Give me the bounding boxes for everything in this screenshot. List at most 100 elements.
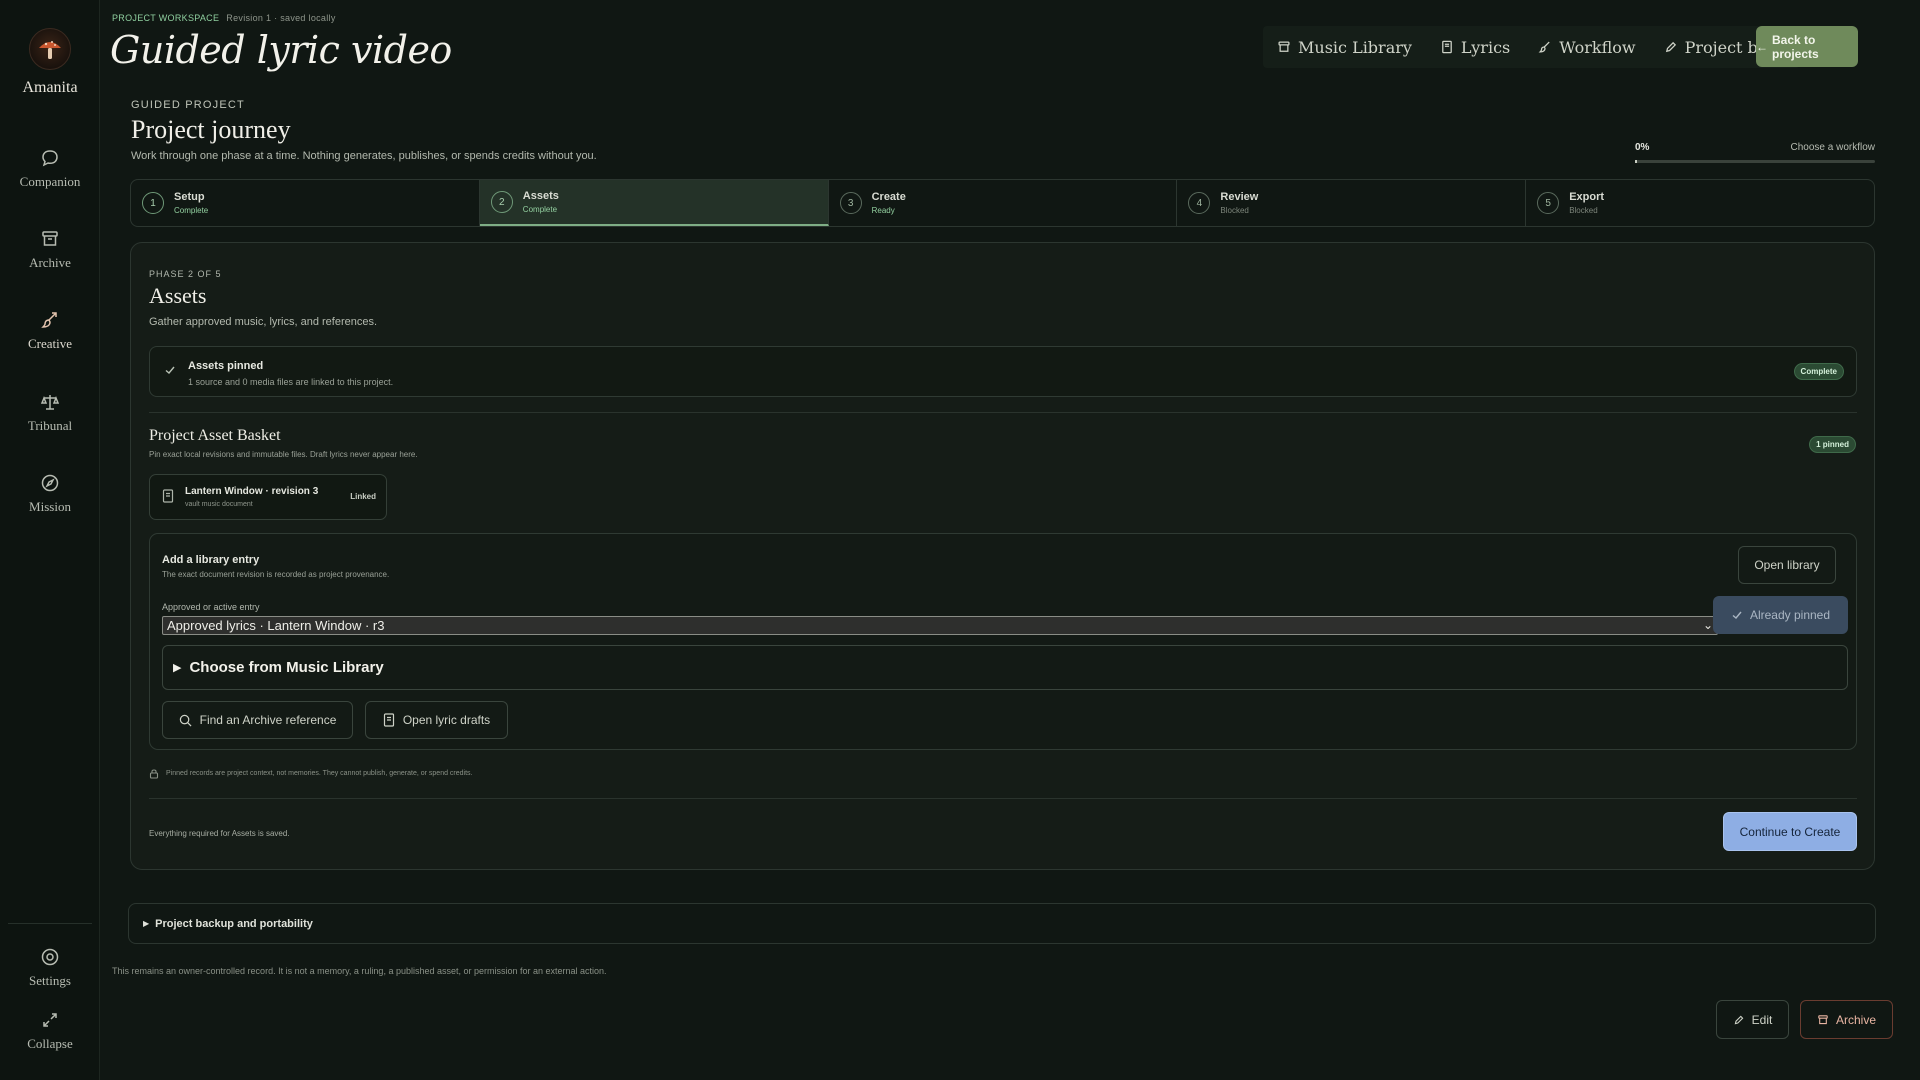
saved-status: Everything required for Assets is saved.	[149, 829, 290, 838]
open-lyric-drafts-button[interactable]: Open lyric drafts	[365, 701, 508, 739]
project-backup-disclosure[interactable]: ▶ Project backup and portability	[128, 903, 1876, 944]
basket-item-title: Lantern Window · revision 3	[185, 486, 319, 497]
sidebar-item-creative[interactable]: Creative	[0, 310, 100, 352]
step-status: Complete	[174, 206, 209, 215]
workspace-label: PROJECT WORKSPACE	[112, 13, 220, 23]
pinned-records-note: Pinned records are project context, not …	[149, 768, 472, 779]
library-subtitle: The exact document revision is recorded …	[162, 570, 390, 579]
sidebar: Amanita Companion Archive Creative Tribu…	[0, 0, 100, 1080]
basket-item[interactable]: Lantern Window · revision 3 vault music …	[149, 474, 387, 520]
sidebar-item-label: Settings	[29, 973, 71, 988]
step-number: 4	[1188, 192, 1211, 214]
brush-icon	[1538, 41, 1550, 53]
pinned-count-badge: 1 pinned	[1809, 436, 1856, 453]
gear-icon	[41, 948, 59, 966]
open-library-button[interactable]: Open library	[1738, 546, 1836, 584]
basket-item-subtitle: vault music document	[185, 501, 253, 508]
step-name: Export	[1569, 191, 1605, 203]
arrow-left-icon: ←	[1756, 39, 1768, 54]
sidebar-item-settings[interactable]: Settings	[0, 947, 100, 989]
already-pinned-label: Already pinned	[1749, 608, 1831, 622]
step-number: 2	[490, 191, 513, 213]
footer-note: This remains an owner-controlled record.…	[112, 966, 607, 976]
sidebar-item-label: Mission	[29, 499, 71, 514]
step-name: Setup	[174, 191, 205, 203]
step-name: Create	[871, 191, 906, 203]
open-library-label: Open library	[1754, 558, 1820, 572]
progress-percent: 0%	[1635, 142, 1650, 153]
nav-workflow[interactable]: Workflow	[1524, 26, 1649, 68]
back-to-projects-button[interactable]: ← Back to projects	[1756, 26, 1858, 67]
phase-subtitle: Gather approved music, lyrics, and refer…	[149, 316, 378, 328]
triangle-right-icon: ▶	[143, 919, 150, 928]
entry-select[interactable]: Approved lyrics · Lantern Window · r3 ⌄	[162, 616, 1718, 635]
check-icon	[1732, 611, 1742, 619]
scales-icon	[40, 395, 60, 410]
status-badge: Complete	[1793, 363, 1844, 380]
step-review[interactable]: 4 Review Blocked	[1177, 180, 1527, 226]
music-library-disclosure[interactable]: ▶ Choose from Music Library	[162, 645, 1848, 690]
sidebar-item-mission[interactable]: Mission	[0, 473, 100, 515]
divider	[149, 798, 1857, 799]
entry-field-label: Approved or active entry	[162, 602, 260, 612]
sidebar-item-companion[interactable]: Companion	[0, 148, 100, 190]
open-drafts-label: Open lyric drafts	[402, 713, 491, 727]
assets-pinned-status: Assets pinned 1 source and 0 media files…	[149, 346, 1857, 397]
step-create[interactable]: 3 Create Ready	[829, 180, 1178, 226]
step-setup[interactable]: 1 Setup Complete	[131, 180, 480, 226]
phase-card: PHASE 2 OF 5 Assets Gather approved musi…	[130, 242, 1875, 870]
sidebar-item-archive[interactable]: Archive	[0, 229, 100, 271]
step-number: 5	[1537, 192, 1560, 214]
step-number: 1	[142, 192, 164, 214]
sidebar-item-label: Archive	[29, 255, 71, 270]
revision-status: Revision 1 · saved locally	[226, 13, 336, 23]
sidebar-item-collapse[interactable]: Collapse	[0, 1010, 100, 1052]
step-status: Complete	[522, 205, 558, 214]
pencil-icon	[1734, 1015, 1744, 1024]
pinned-title: Assets pinned	[188, 360, 264, 372]
brush-icon	[41, 312, 57, 328]
step-number: 3	[839, 192, 862, 214]
step-status: Blocked	[1569, 206, 1598, 215]
chat-icon	[42, 150, 58, 167]
journey-subtitle: Work through one phase at a time. Nothin…	[131, 150, 597, 162]
journey-progress: 0% Choose a workflow	[1635, 142, 1875, 163]
already-pinned-button[interactable]: Already pinned	[1713, 596, 1848, 634]
step-export[interactable]: 5 Export Blocked	[1526, 180, 1874, 226]
lock-icon	[149, 769, 159, 779]
step-status: Ready	[871, 206, 895, 215]
continue-button[interactable]: Continue to Create	[1723, 812, 1857, 851]
sidebar-divider	[8, 923, 92, 924]
top-nav: Music Library Lyrics Workflow Project br…	[1263, 26, 1800, 68]
brand[interactable]: Amanita	[0, 28, 100, 97]
progress-hint: Choose a workflow	[1790, 142, 1875, 153]
triangle-right-icon: ▶	[173, 662, 182, 674]
sidebar-item-tribunal[interactable]: Tribunal	[0, 392, 100, 434]
progress-bar	[1635, 160, 1875, 163]
nav-music-library[interactable]: Music Library	[1263, 26, 1426, 68]
library-title: Add a library entry	[162, 554, 260, 566]
phase-stepper: 1 Setup Complete 2 Assets Complete 3 Creat…	[130, 179, 1875, 227]
page-title: Guided lyric video	[110, 28, 452, 72]
nav-lyrics[interactable]: Lyrics	[1426, 26, 1524, 68]
edit-button[interactable]: Edit	[1716, 1000, 1789, 1039]
archive-label: Archive	[1835, 1012, 1876, 1027]
find-archive-label: Find an Archive reference	[199, 713, 337, 727]
archive-button[interactable]: Archive	[1800, 1000, 1893, 1039]
pencil-icon	[1665, 41, 1676, 53]
disclosure-label: Choose from Music Library	[189, 659, 384, 676]
step-name: Assets	[522, 190, 559, 202]
breadcrumb: PROJECT WORKSPACE Revision 1 · saved loca…	[112, 13, 336, 23]
document-icon	[383, 713, 394, 727]
step-status: Blocked	[1220, 206, 1249, 215]
archive-icon	[1278, 41, 1290, 52]
phase-eyebrow: PHASE 2 OF 5	[149, 269, 222, 279]
journey-title: Project journey	[131, 115, 291, 144]
step-assets[interactable]: 2 Assets Complete	[479, 180, 829, 226]
progress-fill	[1635, 160, 1638, 163]
entry-select-value: Approved lyrics · Lantern Window · r3	[167, 618, 385, 633]
sidebar-item-label: Tribunal	[27, 418, 73, 433]
library-entry-panel: Add a library entry The exact document r…	[149, 533, 1857, 750]
find-archive-reference-button[interactable]: Find an Archive reference	[162, 701, 353, 739]
nav-label: Lyrics	[1460, 37, 1511, 57]
